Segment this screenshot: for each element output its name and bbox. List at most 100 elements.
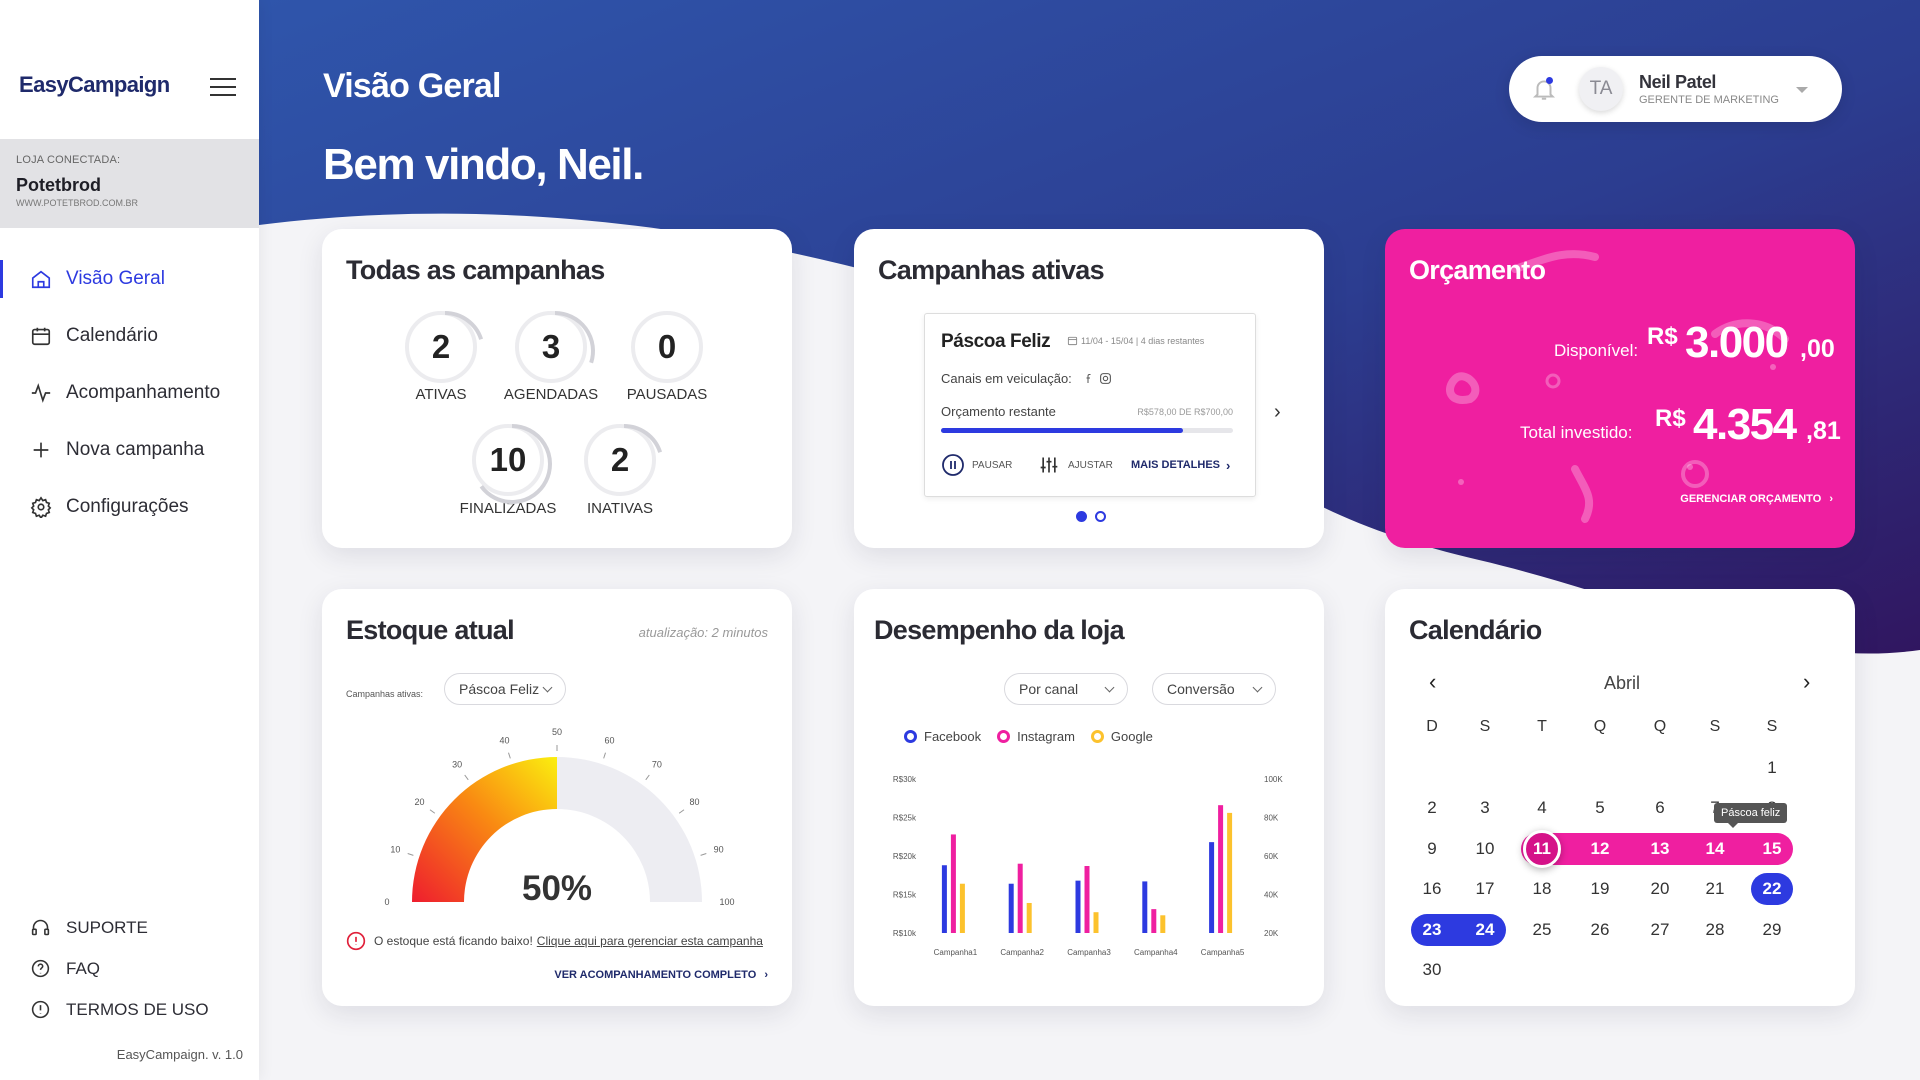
calendar-day[interactable]: 22 <box>1749 873 1795 905</box>
gauge-tick-label: 10 <box>390 844 400 854</box>
calendar-day[interactable]: 24 <box>1462 914 1508 946</box>
calendar-day[interactable]: 16 <box>1409 873 1455 905</box>
sidebar-item-visao-geral[interactable]: Visão Geral <box>0 250 259 307</box>
adjust-label: AJUSTAR <box>1068 459 1113 471</box>
calendar-day[interactable]: 13 <box>1637 833 1683 865</box>
calendar-day[interactable]: 17 <box>1462 873 1508 905</box>
all-campaigns-card: Todas as campanhas 2 ATIVAS 3 AGENDADAS … <box>322 229 792 548</box>
channel-filter-select[interactable]: Por canal <box>1004 673 1128 705</box>
menu-toggle-icon[interactable] <box>210 78 236 98</box>
calendar-day[interactable]: 4 <box>1519 792 1565 824</box>
bar-instagram[interactable] <box>1084 866 1090 933</box>
stat-pausadas-circle[interactable]: 0 <box>631 311 703 383</box>
sidebar-item-nova-campanha[interactable]: Nova campanha <box>0 421 259 478</box>
available-currency: R$ <box>1647 323 1678 350</box>
question-icon <box>31 959 50 978</box>
stat-agendadas-label: AGENDADAS <box>503 386 599 403</box>
footer-item-suporte[interactable]: SUPORTE <box>0 907 259 948</box>
legend-item-facebook[interactable]: Facebook <box>904 729 981 744</box>
calendar-day[interactable]: 27 <box>1637 914 1683 946</box>
calendar-day[interactable]: 23 <box>1409 914 1455 946</box>
bar-facebook[interactable] <box>1075 880 1081 933</box>
calendar-day[interactable]: 30 <box>1409 954 1455 986</box>
weekday-header: S <box>1479 718 1491 735</box>
gauge-tick <box>678 809 685 814</box>
weekday-header: Q <box>1593 718 1607 735</box>
stat-finalizadas-circle[interactable]: 10 <box>472 424 544 496</box>
chevron-left-icon[interactable]: ‹ <box>1429 669 1436 695</box>
stat-agendadas-circle[interactable]: 3 <box>515 311 587 383</box>
metric-filter-select[interactable]: Conversão <box>1152 673 1276 705</box>
avatar[interactable]: TA <box>1579 67 1623 111</box>
chevron-right-icon[interactable]: › <box>1274 401 1281 424</box>
campaign-select[interactable]: Páscoa Feliz <box>444 673 566 705</box>
calendar-day[interactable]: 5 <box>1577 792 1623 824</box>
y-tick-left: R$20k <box>893 852 917 861</box>
campaign-item[interactable]: Páscoa Feliz 11/04 - 15/04 | 4 dias rest… <box>924 313 1256 497</box>
calendar-day[interactable]: 6 <box>1637 792 1683 824</box>
stat-inativas-circle[interactable]: 2 <box>584 424 656 496</box>
calendar-day[interactable]: 20 <box>1637 873 1683 905</box>
calendar-day[interactable]: 11 <box>1519 833 1565 865</box>
calendar-day[interactable]: 29 <box>1749 914 1795 946</box>
calendar-day[interactable]: 2 <box>1409 792 1455 824</box>
metric-filter-value: Conversão <box>1167 681 1235 697</box>
legend-item-google[interactable]: Google <box>1090 729 1153 744</box>
app-logo[interactable]: EasyCampaign <box>19 72 170 98</box>
calendar-day[interactable]: 26 <box>1577 914 1623 946</box>
bar-instagram[interactable] <box>1151 909 1157 933</box>
calendar-day[interactable]: 10 <box>1462 833 1508 865</box>
chevron-right-icon[interactable]: › <box>1803 669 1810 695</box>
manage-budget-link[interactable]: GERENCIAR ORÇAMENTO › <box>1680 493 1833 505</box>
calendar-day[interactable]: 3 <box>1462 792 1508 824</box>
sidebar-item-acompanhamento[interactable]: Acompanhamento <box>0 364 259 421</box>
calendar-day[interactable]: 25 <box>1519 914 1565 946</box>
gauge-tick-label: 100 <box>719 897 734 907</box>
calendar-day[interactable]: 15 <box>1749 833 1795 865</box>
invested-currency: R$ <box>1655 405 1686 432</box>
available-cents: ,00 <box>1800 335 1835 363</box>
y-tick-right: 80K <box>1264 814 1279 823</box>
y-tick-left: R$30k <box>893 775 917 784</box>
more-details-link[interactable]: MAIS DETALHES › <box>1131 451 1230 479</box>
carousel-dot-2[interactable] <box>1095 511 1106 522</box>
adjust-button[interactable]: AJUSTAR <box>1039 451 1113 479</box>
bar-facebook[interactable] <box>1142 881 1148 933</box>
bar-google[interactable] <box>1227 812 1233 933</box>
chevron-down-icon[interactable] <box>1796 87 1808 93</box>
invested-label: Total investido: <box>1520 423 1633 442</box>
bar-instagram[interactable] <box>950 834 956 933</box>
legend-marker <box>904 730 917 743</box>
bar-google[interactable] <box>1093 912 1099 933</box>
user-menu[interactable]: TA Neil Patel GERENTE DE MARKETING <box>1509 56 1842 122</box>
carousel-dot-1[interactable] <box>1076 511 1087 522</box>
sidebar-item-configuracoes[interactable]: Configurações <box>0 478 259 535</box>
bar-instagram[interactable] <box>1017 863 1023 933</box>
bar-google[interactable] <box>1160 915 1166 933</box>
calendar-day[interactable]: 19 <box>1577 873 1623 905</box>
calendar-day[interactable]: 14 <box>1692 833 1738 865</box>
full-tracking-link[interactable]: VER ACOMPANHAMENTO COMPLETO › <box>554 969 768 981</box>
legend-item-instagram[interactable]: Instagram <box>997 729 1075 744</box>
calendar-day[interactable]: 28 <box>1692 914 1738 946</box>
bar-google[interactable] <box>1026 902 1032 933</box>
calendar-day[interactable]: 18 <box>1519 873 1565 905</box>
sidebar-item-label: Nova campanha <box>66 438 205 460</box>
manage-campaign-link[interactable]: Clique aqui para gerenciar esta campanha <box>537 934 763 948</box>
x-tick-label: Campanha5 <box>1201 948 1245 957</box>
stat-ativas-circle[interactable]: 2 <box>405 311 477 383</box>
calendar-day[interactable]: 21 <box>1692 873 1738 905</box>
sidebar-item-calendario[interactable]: Calendário <box>0 307 259 364</box>
bar-facebook[interactable] <box>1008 883 1014 933</box>
footer-item-faq[interactable]: FAQ <box>0 948 259 989</box>
bar-google[interactable] <box>959 883 965 933</box>
calendar-day[interactable]: 9 <box>1409 833 1455 865</box>
bar-facebook[interactable] <box>941 865 947 933</box>
footer-item-termos[interactable]: TERMOS DE USO <box>0 989 259 1030</box>
calendar-day[interactable]: 1 <box>1749 752 1795 784</box>
bell-icon[interactable] <box>1531 76 1557 102</box>
calendar-day[interactable]: 12 <box>1577 833 1623 865</box>
pause-button[interactable]: PAUSAR <box>941 451 1012 479</box>
bar-facebook[interactable] <box>1209 842 1215 933</box>
bar-instagram[interactable] <box>1218 805 1224 933</box>
